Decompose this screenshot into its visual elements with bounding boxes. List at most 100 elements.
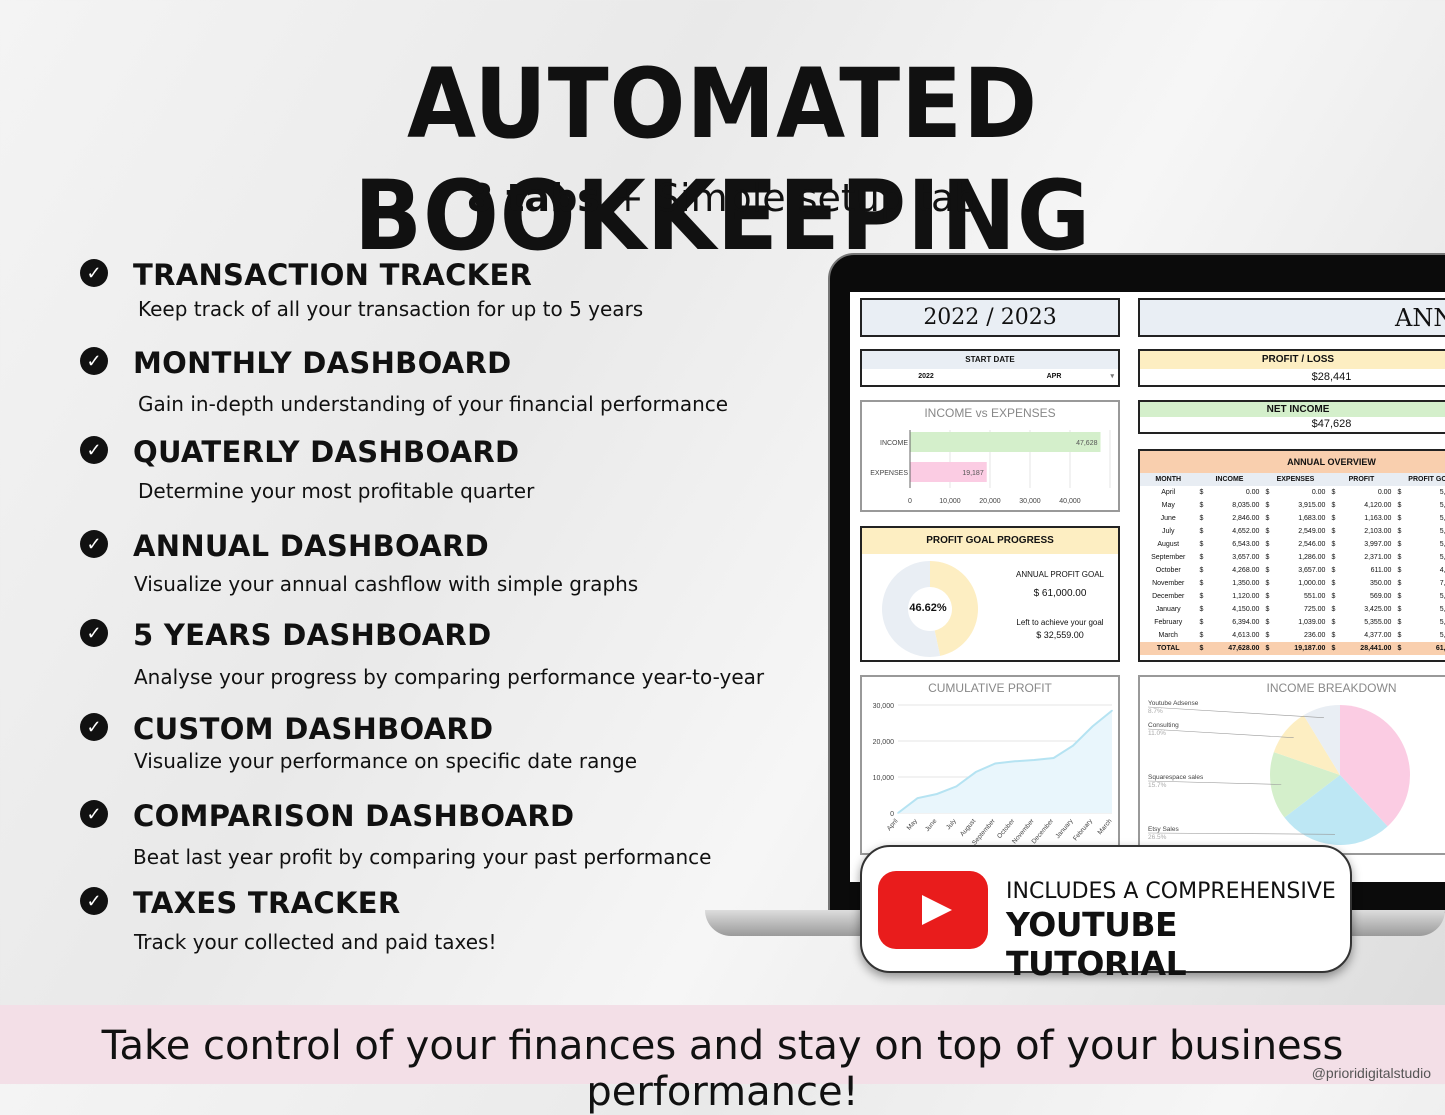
currency-cell: $ [1397,567,1402,574]
goal-percent: 46.62% [909,602,947,614]
slice-percent: 11.0% [1148,730,1166,737]
start-month-select[interactable]: APR ▾ [990,369,1118,385]
amount-cell: 61,000.00 [1410,642,1445,655]
youtube-play-icon[interactable] [878,871,988,949]
month-label: June [924,818,939,834]
amount-cell: 3,425.00 [1364,606,1392,613]
feature-desc: Beat last year profit by comparing your … [133,845,712,869]
amount-cell: 4,377.00 [1364,632,1392,639]
tick-label: 20,000 [873,739,895,746]
month-label: February [1072,817,1095,842]
feature-desc: Analyse your progress by comparing perfo… [134,665,765,689]
annual-overview-table: ANNUAL OVERVIEW MONTH INCOME EXPENSES PROFI… [1138,449,1445,662]
month-label: July [945,817,958,831]
table-row: February $6,394.00 $1,039.00 $5,355.00 $5,00… [1140,616,1445,629]
profit-loss-panel: PROFIT / LOSS $28,441 [1138,349,1445,387]
currency-cell: $ [1199,619,1204,626]
start-year-cell[interactable]: 2022 [862,369,990,385]
currency-cell: $ [1331,502,1336,509]
currency-cell: $ [1199,567,1204,574]
currency-cell: $ [1331,515,1336,522]
leader-line [1147,706,1324,719]
column-header: INCOME [1196,473,1263,486]
currency-cell: $ [1397,593,1402,600]
amount-cell: 0.00 [1245,489,1260,496]
youtube-line2: YOUTUBE TUTORIAL [1006,905,1187,983]
amount-cell: 3,657.00 [1232,554,1260,561]
table-row: April $0.00 $0.00 $0.00 $5,000.00 [1140,486,1445,499]
amount-cell: 5,000.00 [1439,554,1445,561]
currency-cell: $ [1331,554,1336,561]
data-label: 19,187 [962,470,984,477]
currency-cell: $ [1265,489,1270,496]
left-label: Left to achieve your goal [1016,618,1104,627]
amount-cell: 5,000.00 [1439,528,1445,535]
tick-label: 20,000 [979,498,1001,505]
amount-cell: 1,120.00 [1232,593,1260,600]
amount-cell: 5,000.00 [1439,593,1445,600]
month-cell: April [1161,489,1176,496]
month-cell: July [1162,528,1175,535]
amount-cell: 6,394.00 [1232,619,1260,626]
currency-cell: $ [1394,642,1411,655]
table-row: July $4,652.00 $2,549.00 $2,103.00 $5,000.00 [1140,525,1445,538]
amount-cell: 7,000.00 [1439,580,1445,587]
table-row: March $4,613.00 $236.00 $4,377.00 $5,000.00 [1140,629,1445,642]
tick-label: 10,000 [939,498,961,505]
check-circle-icon: ✓ [80,887,108,915]
currency-cell: $ [1265,619,1270,626]
amount-cell: 3,915.00 [1298,502,1326,509]
currency-cell: $ [1265,580,1270,587]
tick-label: 30,000 [873,703,895,710]
amount-cell: 2,549.00 [1298,528,1326,535]
net-income-panel: NET INCOME $47,628 [1138,400,1445,434]
profit-goal-panel: PROFIT GOAL PROGRESS 46.62% ANNUAL PROFI… [860,526,1120,662]
tick-label: 30,000 [1019,498,1041,505]
youtube-tutorial-card[interactable]: INCLUDES A COMPREHENSIVE YOUTUBE TUTORIA… [860,845,1352,983]
amount-cell: 725.00 [1304,606,1326,613]
month-label: March [1097,817,1114,836]
goal-value: $ 61,000.00 [1033,588,1087,599]
currency-cell: $ [1397,489,1402,496]
feature-title: 5 YEARS DASHBOARD [133,618,492,652]
year-header: 2022 / 2023 [860,298,1120,337]
amount-cell: 19,187.00 [1276,642,1329,655]
table-row: January $4,150.00 $725.00 $3,425.00 $5,000.0… [1140,603,1445,616]
table-row: December $1,120.00 $551.00 $569.00 $5,000.00 [1140,590,1445,603]
table-header: MONTHINCOMEEXPENSESPROFITPROFIT GOAL [1140,473,1445,486]
amount-cell: 5,000.00 [1439,515,1445,522]
month-cell: February [1154,619,1183,626]
feature-desc: Gain in-depth understanding of your fina… [138,392,729,416]
amount-cell: 611.00 [1370,567,1392,574]
data-point [975,771,977,773]
check-circle-icon: ✓ [80,713,108,741]
amount-cell: 1,286.00 [1298,554,1326,561]
slice-percent: 15.7% [1148,782,1167,789]
tagline: Take control of your finances and stay o… [101,1023,1344,1115]
table-row: August $6,543.00 $2,546.00 $3,997.00 $5,000.… [1140,538,1445,551]
feature-title: TRANSACTION TRACKER [133,258,533,292]
data-point [1072,744,1074,747]
feature-title: MONTHLY DASHBOARD [133,346,512,380]
table-row: May $8,035.00 $3,915.00 $4,120.00 $5,000.00 [1140,499,1445,512]
currency-cell: $ [1265,502,1270,509]
column-header: PROFIT [1328,473,1395,486]
slice-percent: 8.7% [1148,708,1163,715]
table-row: October $4,268.00 $3,657.00 $611.00 $4,000.0… [1140,564,1445,577]
currency-cell: $ [1265,593,1270,600]
page-title: AUTOMATED BOOKKEEPING [353,48,1092,272]
amount-cell: 5,000.00 [1439,619,1445,626]
data-point [994,762,997,765]
currency-cell: $ [1331,489,1336,496]
credit: @prioridigitalstudio [1311,1065,1431,1081]
amount-cell: 5,000.00 [1439,632,1445,639]
currency-cell: $ [1199,541,1204,548]
month-cell: December [1152,593,1185,600]
table-row: June $2,846.00 $1,683.00 $1,163.00 $5,000.00 [1140,512,1445,525]
amount-cell: 8,035.00 [1232,502,1260,509]
table-row: TOTAL$47,628.00$19,187.00$28,441.00$61,0… [1140,642,1445,655]
currency-cell: $ [1199,593,1204,600]
currency-cell: $ [1331,606,1336,613]
check-circle-icon: ✓ [80,347,108,375]
amount-cell: 551.00 [1304,593,1326,600]
